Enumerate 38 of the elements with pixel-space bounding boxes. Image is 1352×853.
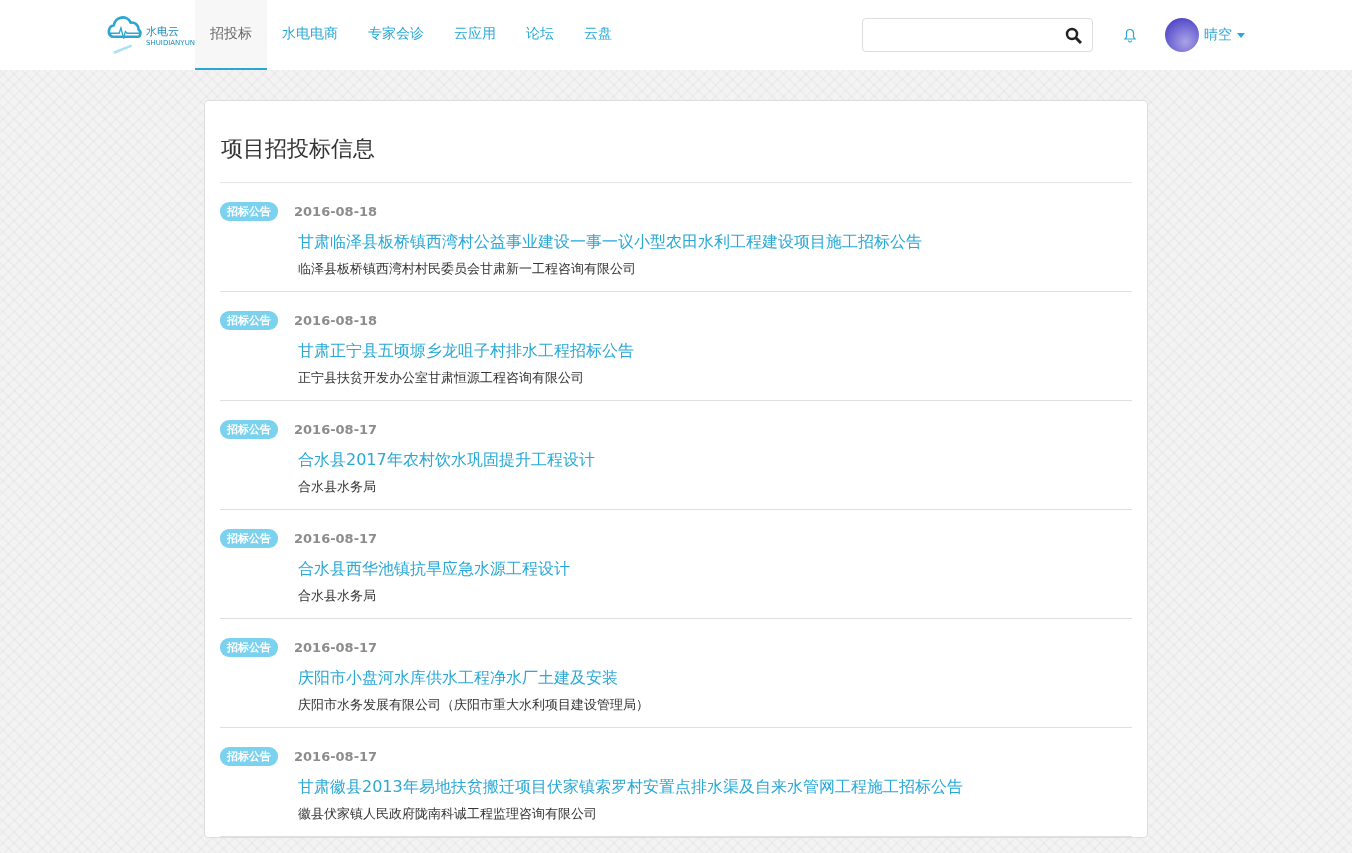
nav-tab[interactable]: 云盘 [569,0,627,70]
logo-name: 水电云 [146,23,180,39]
notice-title-link[interactable]: 甘肃临泽县板桥镇西湾村公益事业建设一事一议小型农田水利工程建设项目施工招标公告 [298,232,1132,253]
notice-tag: 招标公告 [220,747,278,766]
notice-publisher: 临泽县板桥镇西湾村村民委员会甘肃新一工程咨询有限公司 [298,261,637,276]
notice-title-link[interactable]: 合水县西华池镇抗旱应急水源工程设计 [298,559,1132,580]
nav-tab[interactable]: 论坛 [511,0,569,70]
search-field[interactable] [862,18,1093,52]
notice-publisher: 正宁县扶贫开发办公室甘肃恒源工程咨询有限公司 [298,370,585,385]
notice-title-link[interactable]: 甘肃正宁县五顷塬乡龙咀子村排水工程招标公告 [298,341,1132,362]
notice-title-link[interactable]: 甘肃徽县2013年易地扶贫搬迁项目伏家镇索罗村安置点排水渠及自来水管网工程施工招标公告 [298,777,1132,798]
nav-tab[interactable]: 招投标 [195,0,267,70]
notice-title-link[interactable]: 合水县2017年农村饮水巩固提升工程设计 [298,450,1132,471]
notice-tag: 招标公告 [220,202,278,221]
search-icon [1065,26,1082,44]
notice-date: 2016-08-18 [294,204,378,219]
notice-date: 2016-08-17 [294,640,378,655]
nav-tab[interactable]: 专家会诊 [353,0,439,70]
notice-tag: 招标公告 [220,529,278,548]
notice-title-link[interactable]: 庆阳市小盘河水库供水工程净水厂土建及安装 [298,668,1132,689]
notice-date: 2016-08-17 [294,422,378,437]
nav-tab[interactable]: 云应用 [439,0,511,70]
notice-publisher: 合水县水务局 [298,479,377,494]
notice-publisher: 合水县水务局 [298,588,377,603]
notice-tag: 招标公告 [220,420,278,439]
avatar[interactable] [1165,18,1199,52]
nav-tab[interactable]: 水电电商 [267,0,353,70]
notice-publisher: 庆阳市水务发展有限公司（庆阳市重大水利项目建设管理局） [298,697,650,712]
user-name[interactable]: 晴空 [1204,26,1232,44]
notice-date: 2016-08-17 [294,531,378,546]
notice-publisher: 徽县伏家镇人民政府陇南科诚工程监理咨询有限公司 [298,806,598,821]
notice-date: 2016-08-18 [294,313,378,328]
page-title: 项目招投标信息 [220,101,1132,183]
caret-icon[interactable] [1237,32,1245,38]
notice-tag: 招标公告 [220,311,278,330]
bell-icon[interactable] [1123,27,1137,43]
notice-date: 2016-08-17 [294,749,378,764]
notice-tag: 招标公告 [220,638,278,657]
